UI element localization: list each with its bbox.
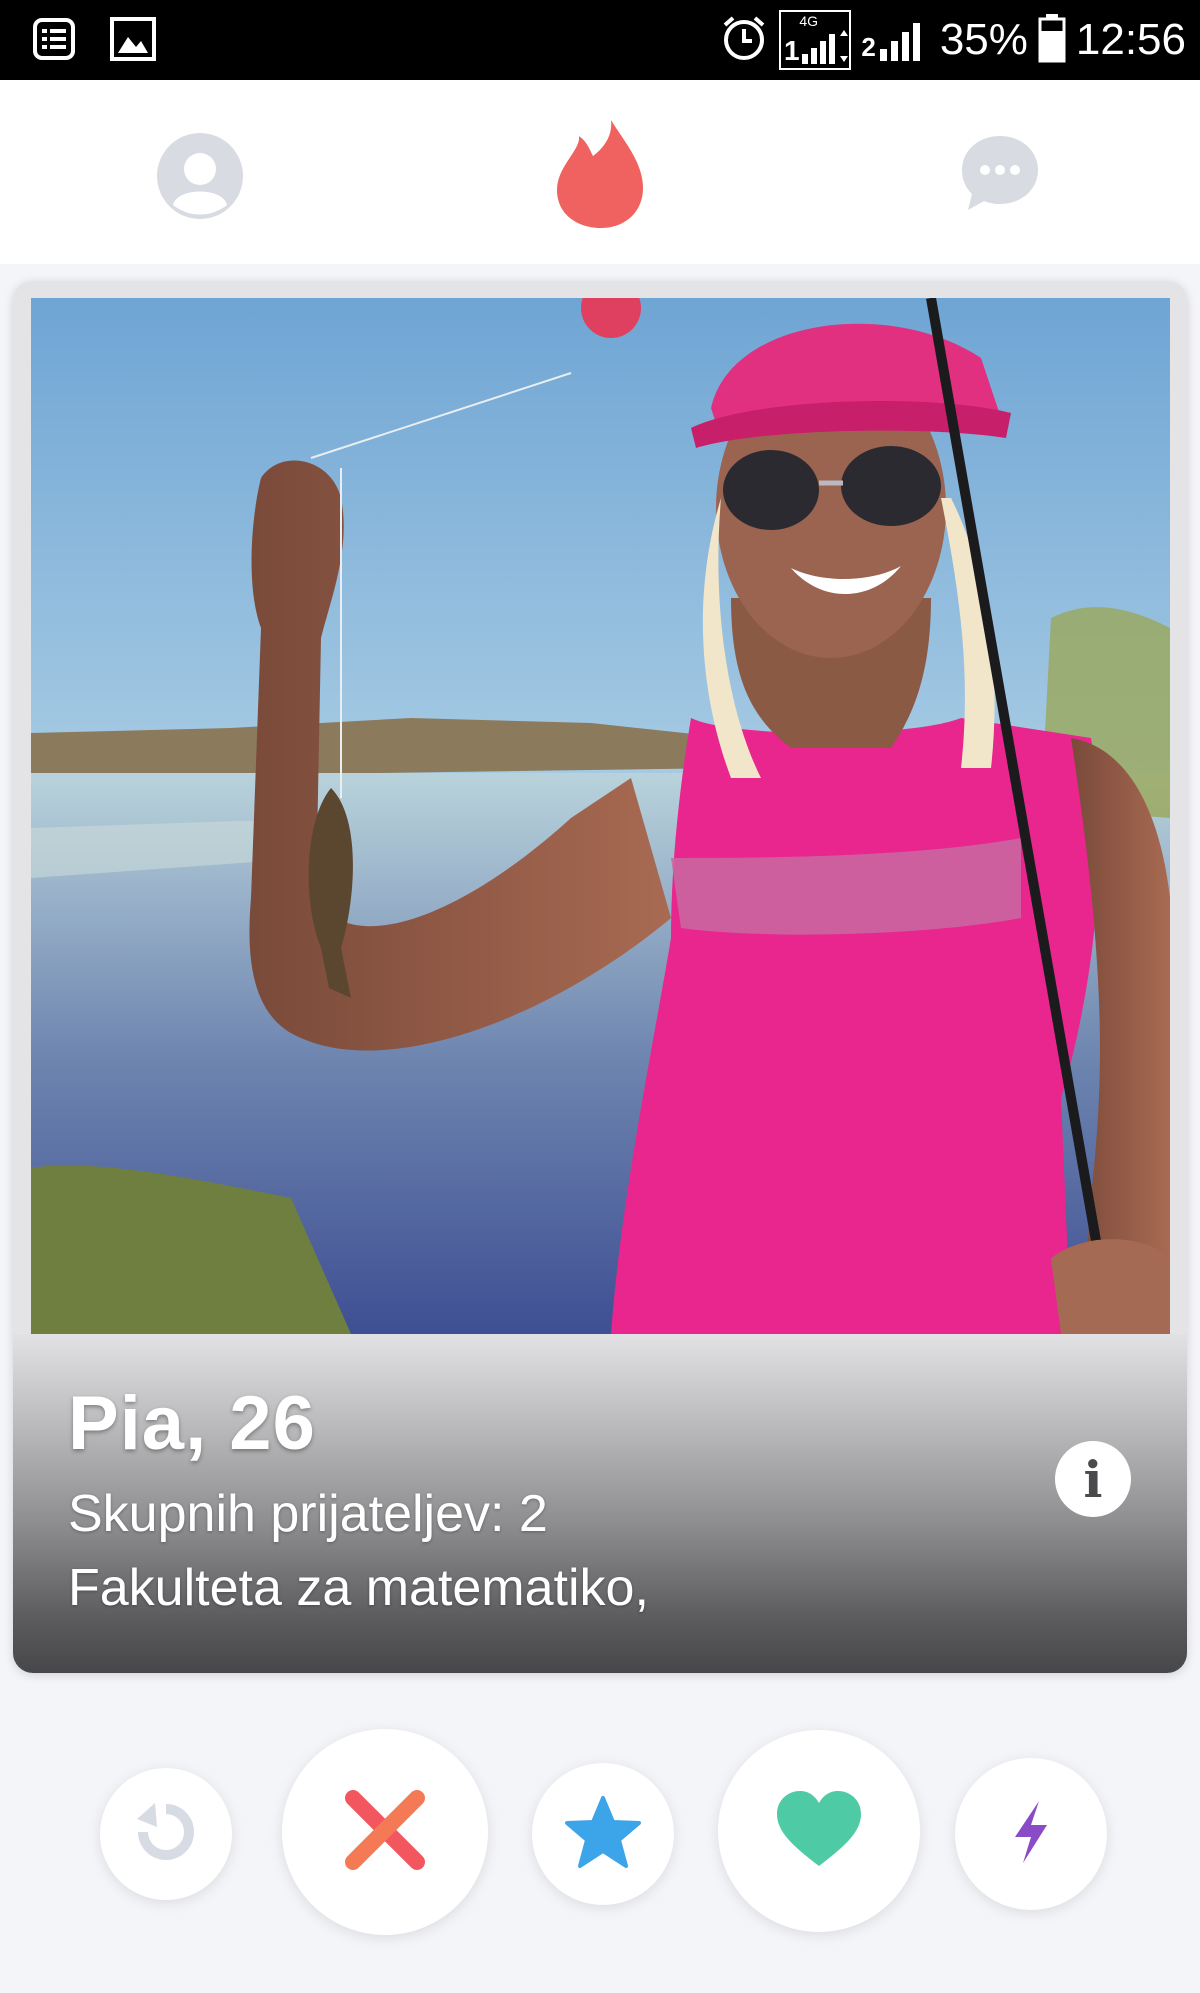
profile-card[interactable]: Pia, 26 Skupnih prijateljev: 2 Fakulteta… bbox=[13, 281, 1187, 1673]
alarm-icon bbox=[719, 13, 769, 68]
gallery-icon bbox=[110, 17, 156, 66]
lightning-icon bbox=[1011, 1799, 1051, 1870]
heart-icon bbox=[773, 1788, 865, 1875]
star-icon bbox=[564, 1794, 642, 1875]
network-type-label: 4G bbox=[799, 13, 819, 29]
profile-name-age: Pia, 26 bbox=[68, 1381, 316, 1466]
school-text: Fakulteta za matematiko, bbox=[68, 1559, 649, 1617]
mutual-friends-text: Skupnih prijateljev: 2 bbox=[68, 1485, 548, 1543]
sim2-label: 2 bbox=[861, 32, 876, 62]
boost-button[interactable] bbox=[955, 1758, 1107, 1910]
close-x-icon bbox=[343, 1788, 427, 1877]
rewind-icon bbox=[133, 1799, 199, 1870]
signal-4g-icon: 4G 1 bbox=[779, 10, 852, 70]
top-navigation bbox=[0, 80, 1200, 264]
status-bar: 4G 1 2 35% 12:56 bbox=[0, 0, 1200, 80]
battery-icon bbox=[1038, 13, 1066, 68]
super-like-button[interactable] bbox=[532, 1763, 674, 1905]
info-icon[interactable]: i bbox=[1055, 1441, 1131, 1517]
profile-info-panel: Pia, 26 Skupnih prijateljev: 2 Fakulteta… bbox=[13, 1334, 1187, 1673]
svg-text:1: 1 bbox=[784, 35, 800, 66]
battery-percent: 35% bbox=[939, 15, 1028, 64]
like-button[interactable] bbox=[718, 1730, 920, 1932]
tinder-flame-icon[interactable] bbox=[553, 118, 647, 235]
profile-photo bbox=[31, 298, 1170, 1334]
clock: 12:56 bbox=[1075, 15, 1186, 64]
notification-list-icon bbox=[32, 17, 76, 66]
signal-icon: 2 bbox=[861, 17, 929, 63]
rewind-button[interactable] bbox=[100, 1768, 232, 1900]
messages-icon[interactable] bbox=[960, 134, 1040, 219]
profile-icon[interactable] bbox=[157, 133, 243, 224]
nope-button[interactable] bbox=[282, 1729, 488, 1935]
